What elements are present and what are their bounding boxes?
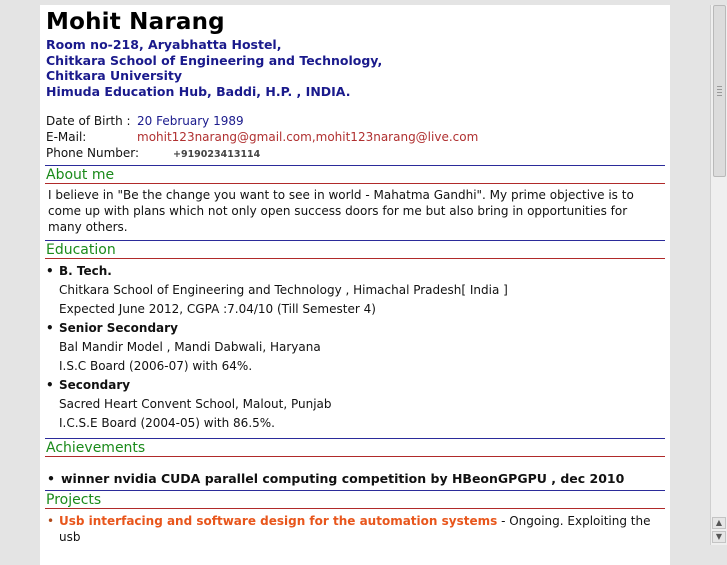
email-label: E-Mail:: [46, 130, 87, 144]
address-line-3: Chitkara University: [46, 68, 183, 83]
about-section: About me I believe in "Be the change you…: [45, 165, 665, 238]
address-block: Room no-218, Aryabhatta Hostel, Chitkara…: [46, 37, 665, 99]
about-text: I believe in "Be the change you want to …: [48, 188, 634, 234]
about-heading: About me: [45, 165, 665, 184]
scrollbar-thumb[interactable]: [713, 5, 726, 177]
grip-icon: [717, 86, 722, 98]
scroll-down-icon[interactable]: ▼: [712, 531, 726, 543]
vertical-scrollbar[interactable]: ▲ ▼: [710, 5, 727, 545]
scroll-up-icon[interactable]: ▲: [712, 517, 726, 529]
phone-value: +919023413114: [173, 149, 261, 160]
education-heading: Education: [45, 240, 665, 259]
project-title-link[interactable]: Usb interfacing and software design for …: [59, 514, 497, 528]
list-item: Secondary Sacred Heart Convent School, M…: [45, 376, 665, 433]
achievement-item: winner nvidia CUDA parallel computing co…: [45, 457, 665, 490]
address-line-4: Himuda Education Hub, Baddi, H.P. , INDI…: [46, 83, 351, 99]
contact-info: Date of Birth : 20 February 1989 E-Mail:…: [45, 113, 665, 161]
institution: Chitkara School of Engineering and Techn…: [59, 283, 508, 297]
degree-title: Secondary: [45, 376, 665, 395]
phone-label: Phone Number:: [46, 146, 140, 160]
result: Expected June 2012, CGPA :7.04/10 (Till …: [59, 302, 376, 316]
education-section: Education B. Tech. Chitkara School of En…: [45, 240, 665, 433]
institution: Bal Mandir Model , Mandi Dabwali, Haryan…: [59, 340, 321, 354]
dob-label: Date of Birth :: [46, 114, 131, 128]
person-name: Mohit Narang: [46, 9, 225, 35]
projects-section: Projects Usb interfacing and software de…: [45, 490, 665, 545]
address-line-1: Room no-218, Aryabhatta Hostel,: [46, 37, 282, 52]
result: I.C.S.E Board (2004-05) with 86.5%.: [59, 416, 275, 430]
result: I.S.C Board (2006-07) with 64%.: [59, 359, 253, 373]
resume-page: Mohit Narang Room no-218, Aryabhatta Hos…: [40, 5, 670, 565]
list-item: B. Tech. Chitkara School of Engineering …: [45, 262, 665, 319]
dob-value: 20 February 1989: [137, 114, 244, 128]
degree-title: Senior Secondary: [45, 319, 665, 338]
achievements-section: Achievements winner nvidia CUDA parallel…: [45, 438, 665, 490]
achievements-heading: Achievements: [45, 438, 665, 457]
institution: Sacred Heart Convent School, Malout, Pun…: [59, 397, 332, 411]
email-link[interactable]: mohit123narang@gmail.com,mohit123narang@…: [137, 129, 478, 145]
list-item: Senior Secondary Bal Mandir Model , Mand…: [45, 319, 665, 376]
address-line-2: Chitkara School of Engineering and Techn…: [46, 52, 383, 68]
project-item: Usb interfacing and software design for …: [45, 509, 665, 545]
degree-title: B. Tech.: [45, 262, 665, 281]
projects-heading: Projects: [45, 490, 665, 509]
education-list: B. Tech. Chitkara School of Engineering …: [45, 262, 665, 433]
